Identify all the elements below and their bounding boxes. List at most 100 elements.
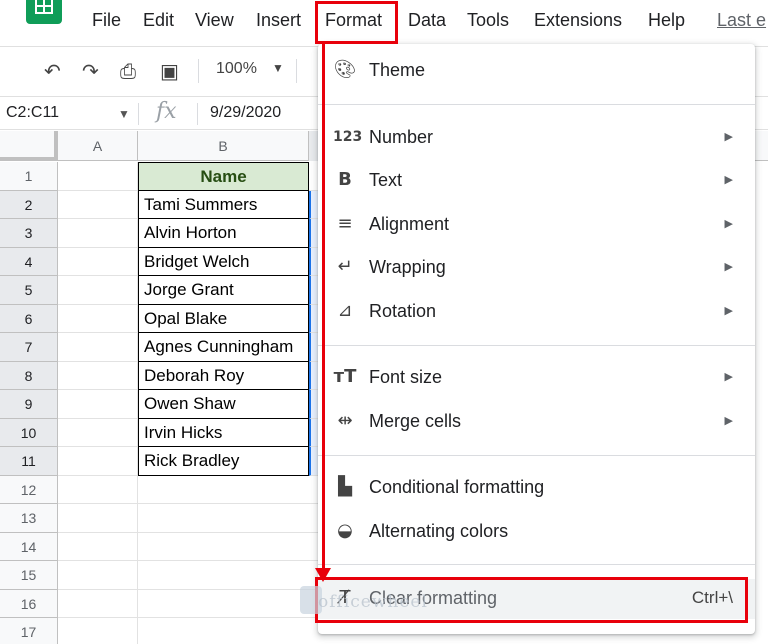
- menu-divider: [318, 564, 755, 565]
- column-header-b[interactable]: B: [138, 131, 309, 161]
- submenu-arrow-icon: ▶: [724, 305, 733, 317]
- menu-item-theme[interactable]: 🎨︎ Theme: [318, 51, 755, 91]
- row-header[interactable]: 5: [0, 276, 58, 305]
- name-cell[interactable]: Jorge Grant: [138, 276, 309, 305]
- row-header[interactable]: 3: [0, 219, 58, 248]
- paint-format-icon[interactable]: ▣: [160, 59, 179, 83]
- chevron-down-icon[interactable]: ▼: [272, 61, 284, 75]
- cell-a[interactable]: [58, 561, 138, 590]
- name-cell[interactable]: Irvin Hicks: [138, 418, 309, 447]
- menu-item-merge-cells[interactable]: ⇹ Merge cells ▶: [318, 402, 755, 442]
- annotation-arrow-line: [322, 44, 325, 574]
- toolbar-divider: [198, 59, 199, 83]
- menu-edit[interactable]: Edit: [143, 10, 174, 31]
- cell-a[interactable]: [58, 418, 138, 447]
- chevron-down-icon[interactable]: ▼: [118, 107, 130, 121]
- cell-b[interactable]: [138, 504, 309, 533]
- menu-extensions[interactable]: Extensions: [534, 10, 622, 31]
- row-header[interactable]: 8: [0, 361, 58, 390]
- submenu-arrow-icon: ▶: [724, 261, 733, 273]
- name-cell[interactable]: Deborah Roy: [138, 361, 309, 390]
- name-cell[interactable]: Tami Summers: [138, 190, 309, 219]
- cell-a[interactable]: [58, 361, 138, 390]
- menu-item-label: Merge cells: [369, 411, 462, 431]
- cell-b[interactable]: [138, 476, 309, 504]
- row-header[interactable]: 4: [0, 247, 58, 276]
- name-cell[interactable]: Owen Shaw: [138, 390, 309, 419]
- row-header[interactable]: 9: [0, 390, 58, 419]
- name-cell[interactable]: Alvin Horton: [138, 219, 309, 248]
- name-cell[interactable]: Agnes Cunningham: [138, 333, 309, 362]
- row-header[interactable]: 6: [0, 304, 58, 333]
- print-icon[interactable]: ⎙: [120, 59, 136, 83]
- menu-item-alternating-colors[interactable]: ◒ Alternating colors: [318, 512, 755, 552]
- cell-a[interactable]: [58, 447, 138, 476]
- name-cell[interactable]: Rick Bradley: [138, 447, 309, 476]
- row-header[interactable]: 15: [0, 561, 58, 590]
- cell-b[interactable]: [138, 618, 309, 644]
- cell-a[interactable]: [58, 475, 138, 504]
- formula-divider: [138, 103, 139, 125]
- name-box[interactable]: C2:C11: [6, 104, 59, 122]
- menu-item-text[interactable]: B Text ▶: [318, 161, 755, 201]
- name-cell[interactable]: Opal Blake: [138, 304, 309, 333]
- cell-a[interactable]: [58, 333, 138, 362]
- row-header[interactable]: 10: [0, 418, 58, 447]
- cell-a[interactable]: [58, 190, 138, 219]
- cell-b[interactable]: [138, 533, 309, 561]
- cell-a[interactable]: [58, 589, 138, 618]
- row-header[interactable]: 17: [0, 618, 58, 644]
- menu-item-rotation[interactable]: ⊿ Rotation ▶: [318, 292, 755, 332]
- menu-item-font-size[interactable]: ᴛT Font size ▶: [318, 358, 755, 398]
- cell-a[interactable]: [58, 162, 138, 191]
- menu-help[interactable]: Help: [648, 10, 685, 31]
- menu-item-alignment[interactable]: ≡ Alignment ▶: [318, 205, 755, 245]
- menu-data[interactable]: Data: [408, 10, 446, 31]
- row-header[interactable]: 7: [0, 333, 58, 362]
- menu-file[interactable]: File: [92, 10, 121, 31]
- menu-insert[interactable]: Insert: [256, 10, 301, 31]
- menu-divider: [318, 455, 755, 456]
- watermark: officewheel: [318, 592, 428, 612]
- cell-a[interactable]: [58, 618, 138, 644]
- cell-a[interactable]: [58, 504, 138, 533]
- sheets-logo-icon[interactable]: [26, 0, 62, 24]
- menu-tools[interactable]: Tools: [467, 10, 509, 31]
- cell-a[interactable]: [58, 304, 138, 333]
- palette-icon: 🎨︎: [333, 59, 357, 80]
- last-edit-link[interactable]: Last e: [717, 10, 766, 31]
- text-wrap-icon: ↵: [337, 256, 353, 277]
- cell-a[interactable]: [58, 390, 138, 419]
- row-header[interactable]: 16: [0, 589, 58, 618]
- menu-divider: [318, 345, 755, 346]
- row-header[interactable]: 2: [0, 190, 58, 219]
- row-header[interactable]: 12: [0, 475, 58, 504]
- submenu-arrow-icon: ▶: [724, 218, 733, 230]
- menu-item-label: Text: [369, 170, 403, 190]
- menu-item-label: Wrapping: [369, 257, 446, 277]
- row-header[interactable]: 13: [0, 504, 58, 533]
- menu-item-wrapping[interactable]: ↵ Wrapping ▶: [318, 248, 755, 288]
- name-header-cell[interactable]: Name: [138, 162, 309, 191]
- select-all-corner[interactable]: [0, 131, 58, 161]
- cell-a[interactable]: [58, 276, 138, 305]
- row-header[interactable]: 1: [0, 162, 58, 191]
- cell-b[interactable]: [138, 561, 309, 590]
- cell-b[interactable]: [138, 590, 309, 618]
- name-cell[interactable]: Bridget Welch: [138, 247, 309, 276]
- menu-view[interactable]: View: [195, 10, 234, 31]
- column-header-a[interactable]: A: [58, 131, 138, 161]
- format-menu: 🎨︎ Theme 123 Number ▶ B Text ▶ ≡ Alignme…: [318, 44, 755, 634]
- cell-a[interactable]: [58, 247, 138, 276]
- font-size-icon: ᴛT: [333, 366, 357, 387]
- formula-input[interactable]: 9/29/2020: [210, 104, 281, 122]
- menu-item-number[interactable]: 123 Number ▶: [318, 118, 755, 158]
- redo-icon[interactable]: ↷: [82, 59, 99, 83]
- menu-item-conditional-formatting[interactable]: ▙ Conditional formatting: [318, 468, 755, 508]
- row-header[interactable]: 14: [0, 532, 58, 561]
- row-header[interactable]: 11: [0, 447, 58, 476]
- undo-icon[interactable]: ↶: [44, 59, 61, 83]
- zoom-select[interactable]: 100%: [216, 60, 257, 78]
- cell-a[interactable]: [58, 532, 138, 561]
- cell-a[interactable]: [58, 219, 138, 248]
